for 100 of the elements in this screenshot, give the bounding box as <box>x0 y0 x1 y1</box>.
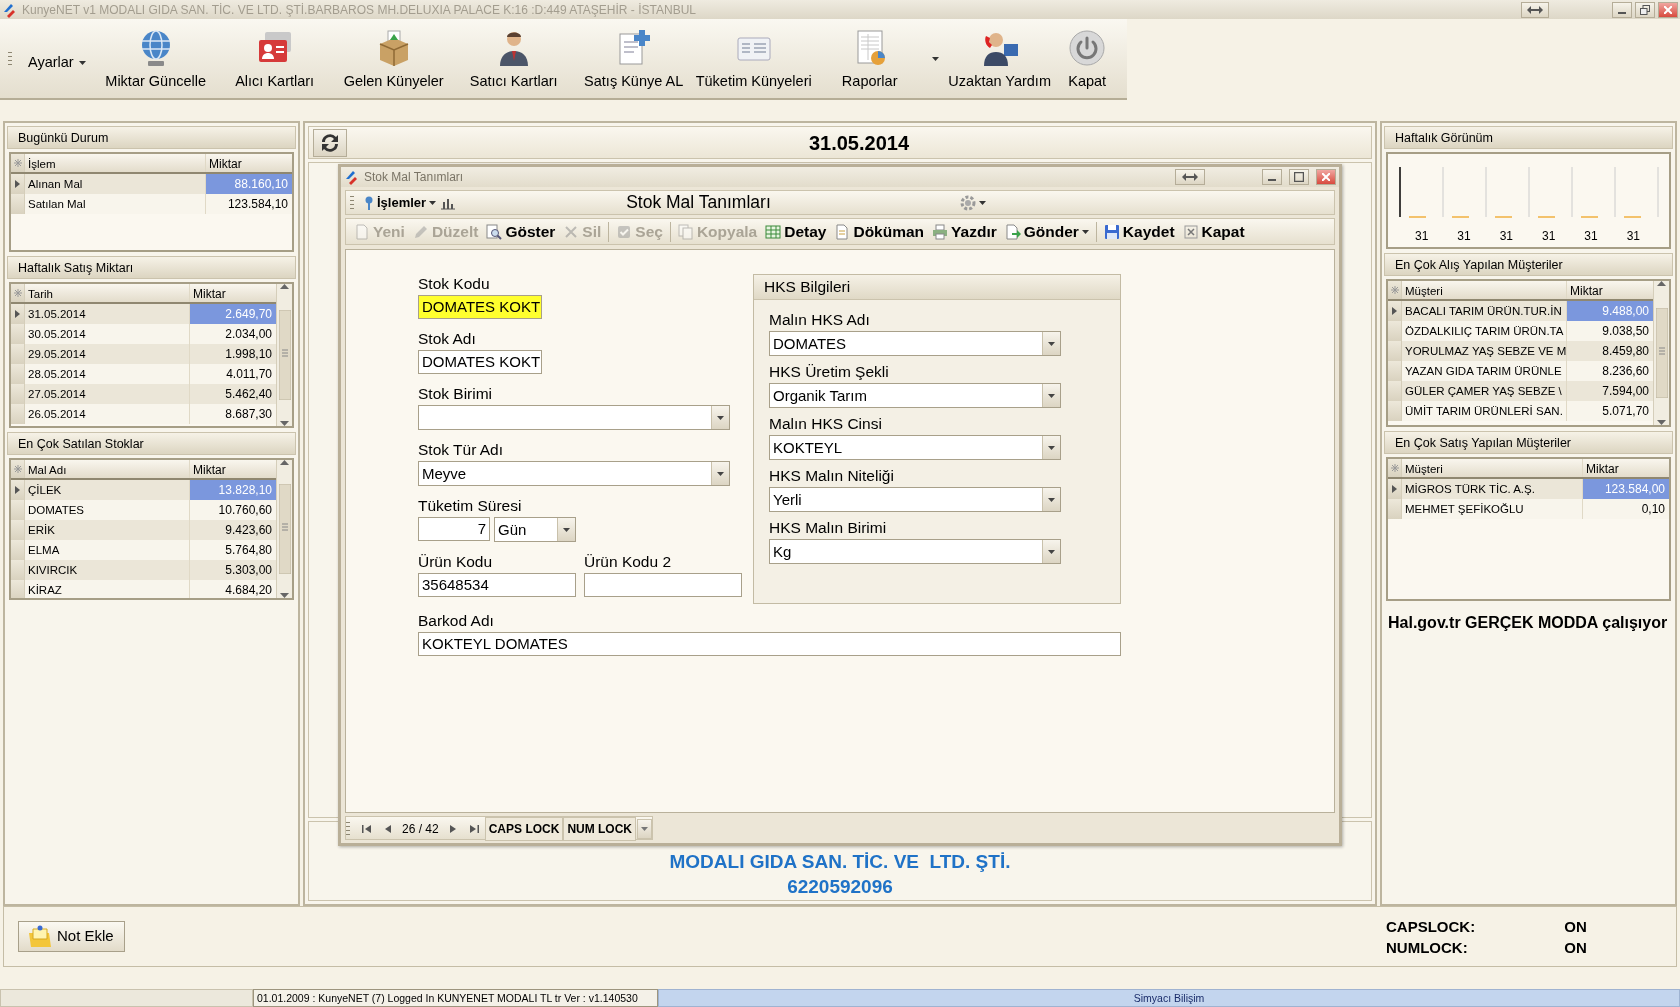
table-row[interactable]: MEHMET ŞEFİKOĞLU 0,10 <box>1388 499 1669 519</box>
table-row[interactable]: Satılan Mal 123.584,10 <box>11 194 292 214</box>
toolbar-button[interactable]: Raporlar <box>813 19 926 98</box>
toolbar-button[interactable]: Tüketim Künyeleri <box>693 19 814 98</box>
scroll-down-icon <box>280 593 289 598</box>
vendor-label: Simyacı Bilişim <box>658 989 1680 1007</box>
column-header[interactable]: Müşteri <box>1402 281 1567 299</box>
table-row[interactable]: 28.05.2014 4.011,70 <box>11 364 276 384</box>
table-row[interactable]: GÜLER ÇAMER YAŞ SEBZE \ 7.594,00 <box>1388 381 1653 401</box>
scrollbar[interactable] <box>276 284 292 426</box>
action-button[interactable]: Yazdır <box>928 219 1001 244</box>
toolbar-button[interactable]: Uzaktan Yardım <box>944 19 1055 98</box>
minimize-button[interactable] <box>1612 1 1632 18</box>
table-row[interactable]: 30.05.2014 2.034,00 <box>11 324 276 344</box>
table-row[interactable]: KIVIRCIK 5.303,00 <box>11 560 276 580</box>
table-row[interactable]: DOMATES 10.760,60 <box>11 500 276 520</box>
add-note-button[interactable]: Not Ekle <box>18 921 125 952</box>
scrollbar[interactable] <box>276 460 292 598</box>
column-header[interactable]: Miktar <box>190 284 276 302</box>
axis-label: 31 <box>1626 228 1641 245</box>
row-pointer-icon <box>1392 307 1397 315</box>
table-cell-text: 8.236,60 <box>1601 363 1650 380</box>
refresh-button[interactable] <box>313 128 347 157</box>
column-header[interactable]: Miktar <box>1567 281 1653 299</box>
column-header[interactable]: Miktar <box>1583 459 1669 477</box>
input-field[interactable]: DOMATES KOKT <box>418 295 542 319</box>
column-header[interactable]: Tarih <box>25 284 190 302</box>
field-label: Stok Tür Adı <box>418 440 504 460</box>
table-row[interactable]: BACALI TARIM ÜRÜN.TUR.İN 9.488,00 <box>1388 301 1653 321</box>
restore-button[interactable] <box>1521 1 1549 18</box>
dropdown-field[interactable]: Kg <box>769 539 1061 564</box>
column-header[interactable]: Miktar <box>206 154 292 172</box>
dropdown-field[interactable]: Yerli <box>769 487 1061 512</box>
table-row[interactable]: 31.05.2014 2.649,70 <box>11 304 276 324</box>
toolbar-button[interactable]: Gelen Künyeler <box>333 19 454 98</box>
document-icon <box>834 223 851 240</box>
maximize-button[interactable] <box>1289 169 1309 185</box>
table-cell: 9.488,00 <box>1567 301 1653 321</box>
input-field[interactable] <box>584 573 742 597</box>
action-button[interactable]: Kaydet <box>1099 219 1179 244</box>
settings-menu[interactable]: Ayarlar <box>18 27 96 98</box>
dropdown-button[interactable] <box>637 819 653 839</box>
input-field[interactable]: KOKTEYL DOMATES <box>418 632 1121 656</box>
dropdown-field[interactable]: Organik Tarım <box>769 383 1061 408</box>
panel-title: Haftalık Görünüm <box>1384 126 1673 149</box>
action-button[interactable]: Kapat <box>1178 219 1249 244</box>
caret-icon <box>979 200 987 205</box>
dropdown-field[interactable]: KOKTEYL <box>769 435 1061 460</box>
column-header[interactable]: Mal Adı <box>25 460 190 478</box>
action-button[interactable]: Göster <box>482 219 560 244</box>
table-row[interactable]: KİRAZ 4.684,20 <box>11 580 276 598</box>
restore-button[interactable] <box>1175 169 1205 185</box>
scrollbar[interactable] <box>1653 281 1669 425</box>
table-row[interactable]: MİGROS TÜRK TİC. A.Ş. 123.584,00 <box>1388 479 1669 499</box>
company-name: MODALI GIDA SAN. TİC. VE LTD. ŞTİ. <box>669 850 1011 874</box>
table-row[interactable]: YORULMAZ YAŞ SEBZE VE M 8.459,80 <box>1388 341 1653 361</box>
dropdown-field[interactable] <box>418 405 730 430</box>
toolbar-button[interactable]: Miktar Güncelle <box>95 19 216 98</box>
column-header[interactable]: İşlem <box>25 154 206 172</box>
dropdown-field[interactable]: Meyve <box>418 461 730 486</box>
lock-status: ON <box>1564 937 1588 958</box>
toolbar-button[interactable]: Kapat <box>1054 19 1120 98</box>
minimize-button[interactable] <box>1262 169 1282 185</box>
table-row[interactable]: ELMA 5.764,80 <box>11 540 276 560</box>
table-row[interactable]: Alınan Mal 88.160,10 <box>11 174 292 194</box>
close-button[interactable] <box>1316 169 1336 185</box>
lock-status: ON <box>1564 916 1588 937</box>
table-row[interactable]: ERİK 9.423,60 <box>11 520 276 540</box>
table-row[interactable]: 27.05.2014 5.462,40 <box>11 384 276 404</box>
action-button[interactable]: Gönder <box>1000 219 1093 244</box>
action-button[interactable]: Döküman <box>830 219 929 244</box>
column-header[interactable]: Müşteri <box>1402 459 1583 477</box>
input-field[interactable]: 35648534 <box>418 573 576 597</box>
toolbar-button[interactable]: Satış Künye AL <box>573 19 694 98</box>
input-field[interactable]: DOMATES KOKT <box>418 350 542 374</box>
table-row[interactable]: 29.05.2014 1.998,10 <box>11 344 276 364</box>
toolbar-button[interactable]: Alıcı Kartları <box>215 19 334 98</box>
scroll-up-icon <box>280 284 289 289</box>
toolbar-button[interactable]: Satıcı Kartları <box>453 19 574 98</box>
table-cell-text: 5.071,70 <box>1601 403 1650 420</box>
field-label: HKS Üretim Şekli <box>769 362 890 382</box>
table-cell: Satılan Mal <box>25 194 206 214</box>
column-header[interactable]: Miktar <box>190 460 276 478</box>
scroll-down-icon <box>280 421 289 426</box>
next-record-icon <box>448 825 458 833</box>
dropdown-field[interactable]: DOMATES <box>769 331 1061 356</box>
scroll-up-icon <box>1657 281 1666 286</box>
table-row[interactable]: ÜMİT TARIM ÜRÜNLERİ SAN. 5.071,70 <box>1388 401 1653 421</box>
action-button[interactable]: Detay <box>761 219 831 244</box>
input-field[interactable]: 7 <box>418 517 490 541</box>
maximize-button[interactable] <box>1635 1 1655 18</box>
dropdown-field[interactable]: Gün <box>494 517 576 542</box>
table-row[interactable]: 26.05.2014 8.687,30 <box>11 404 276 424</box>
caret-icon <box>1081 229 1089 234</box>
close-button[interactable] <box>1658 1 1678 18</box>
operations-menu[interactable]: İşlemler <box>360 192 441 213</box>
table-row[interactable]: ÖZDALKILIÇ TARIM ÜRÜN.TA 9.038,50 <box>1388 321 1653 341</box>
table-row[interactable]: YAZAN GIDA TARIM ÜRÜNLE 8.236,60 <box>1388 361 1653 381</box>
table-row[interactable]: ÇİLEK 13.828,10 <box>11 480 276 500</box>
double-arrow-icon <box>1182 173 1198 181</box>
